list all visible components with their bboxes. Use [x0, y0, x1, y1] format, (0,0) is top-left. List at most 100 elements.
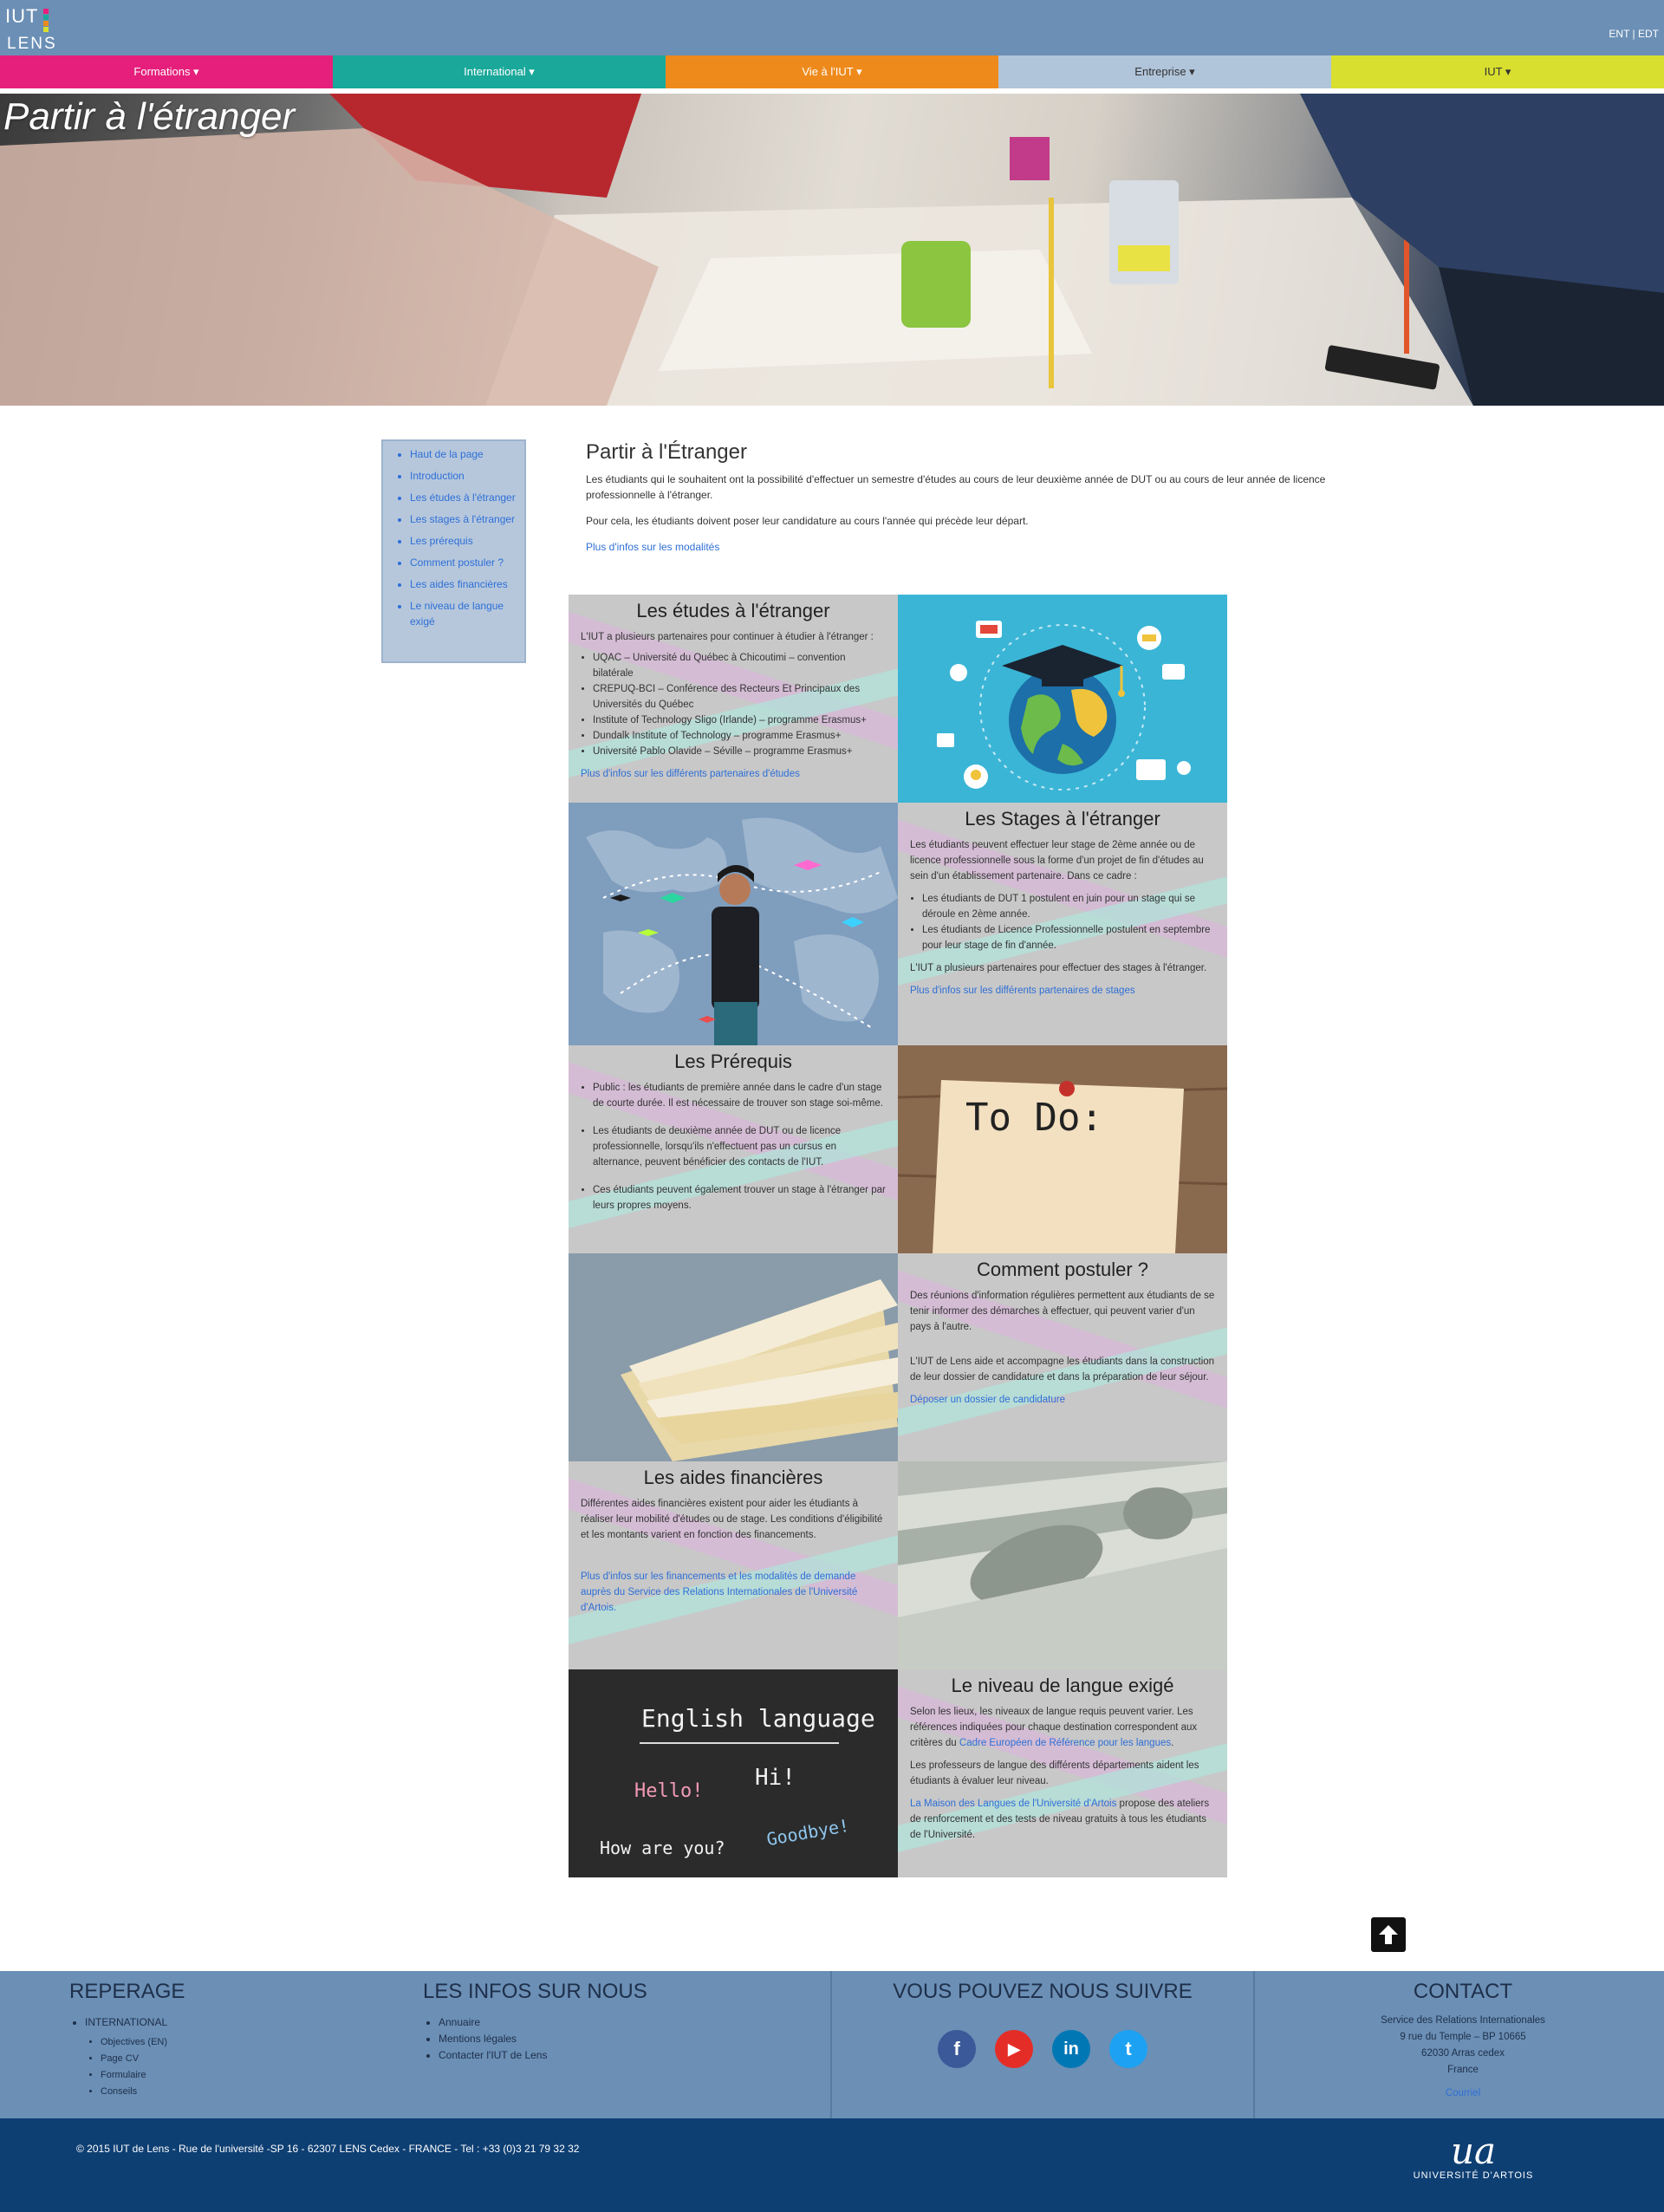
graduation-globe-image: [898, 595, 1227, 803]
travel-map-illustration: [586, 817, 898, 1045]
postuler-paragraph-2: L'IUT de Lens aide et accompagne les étu…: [910, 1356, 1215, 1382]
artois-name: UNIVERSITÉ D'ARTOIS: [1413, 2170, 1534, 2181]
contact-address: Service des Relations Internationales 9 …: [1381, 2015, 1545, 2098]
footer: REPERAGE INTERNATIONAL Objectives (EN) P…: [0, 1971, 1664, 2118]
iut-lens-logo[interactable]: IUT LENS: [5, 5, 55, 53]
footer-link-mentions[interactable]: Mentions légales: [439, 2031, 787, 2047]
toc-item-top[interactable]: Haut de la page: [410, 446, 524, 462]
cadre-europeen-link[interactable]: Cadre Européen de Référence pour les lan…: [959, 1738, 1171, 1748]
footer-link-formulaire[interactable]: Formulaire: [101, 2067, 355, 2084]
langue-paragraph-1: Selon les lieux, les niveaux de langue r…: [910, 1707, 1198, 1748]
footer-reperage-title: REPERAGE: [69, 1980, 185, 2003]
facebook-icon[interactable]: f: [938, 2030, 976, 2068]
main-nav: Formations ▾ International ▾ Vie à l'IUT…: [0, 55, 1664, 88]
stages-paragraph-1: Les étudiants peuvent effectuer leur sta…: [910, 840, 1204, 882]
intro-title: Partir à l'Étranger: [586, 440, 747, 464]
chalk-underline: [640, 1742, 839, 1744]
arrow-up-icon: [1379, 1925, 1398, 1944]
footer-link-international[interactable]: INTERNATIONAL Objectives (EN) Page CV Fo…: [85, 2014, 355, 2100]
stages-paragraph-2: L'IUT a plusieurs partenaires pour effec…: [910, 963, 1207, 973]
todo-note-image: To Do:: [898, 1045, 1227, 1253]
aides-title: Les aides financières: [643, 1467, 823, 1488]
nav-vie-iut[interactable]: Vie à l'IUT ▾: [666, 55, 998, 88]
chalk-goodbye: Goodbye!: [764, 1814, 851, 1851]
nav-formations[interactable]: Formations ▾: [0, 55, 333, 88]
linkedin-icon[interactable]: in: [1052, 2030, 1090, 2068]
header: IUT LENS ENT | EDT: [0, 0, 1664, 55]
back-to-top-button[interactable]: [1371, 1917, 1406, 1952]
nav-iut[interactable]: IUT ▾: [1331, 55, 1664, 88]
social-links: f ▶ in t: [832, 2030, 1253, 2068]
langue-paragraph-2: Les professeurs de langue des différents…: [910, 1760, 1199, 1786]
dollar-bill-illustration: [898, 1461, 1227, 1669]
stages-partners-link[interactable]: Plus d'infos sur les différents partenai…: [910, 983, 1215, 999]
logo-lens-text: LENS: [7, 35, 57, 53]
aides-paragraph-1: Différentes aides financières existent p…: [581, 1499, 883, 1540]
etudes-partners-link[interactable]: Plus d'infos sur les différents partenai…: [581, 766, 886, 782]
footer-link-contacter[interactable]: Contacter l'IUT de Lens: [439, 2047, 787, 2064]
toc-item-postuler[interactable]: Comment postuler ?: [410, 555, 524, 570]
nav-international[interactable]: International ▾: [333, 55, 666, 88]
footer-link-conseils[interactable]: Conseils: [101, 2084, 355, 2100]
etudes-title: Les études à l'étranger: [636, 600, 830, 621]
hero-banner: Partir à l'étranger: [0, 94, 1664, 406]
footer-reperage: REPERAGE INTERNATIONAL Objectives (EN) P…: [69, 1971, 355, 2118]
chalk-how: How are you?: [600, 1838, 725, 1858]
papers-image: [569, 1253, 898, 1461]
list-item: CREPUQ-BCI – Conférence des Recteurs Et …: [593, 681, 886, 712]
chalk-hello: Hello!: [634, 1780, 704, 1802]
list-item: Université Pablo Olavide – Séville – pro…: [593, 744, 886, 759]
courriel-link[interactable]: Courriel: [1446, 2088, 1480, 2098]
footer-link-annuaire[interactable]: Annuaire: [439, 2014, 787, 2031]
twitter-icon[interactable]: t: [1109, 2030, 1147, 2068]
list-item: Public : les étudiants de première année…: [593, 1080, 886, 1111]
nav-entreprise[interactable]: Entreprise ▾: [998, 55, 1331, 88]
stages-title: Les Stages à l'étranger: [965, 808, 1160, 830]
universite-artois-logo[interactable]: ua UNIVERSITÉ D'ARTOIS: [1413, 2132, 1534, 2193]
etudes-card: Les études à l'étranger L'IUT a plusieur…: [569, 595, 898, 803]
stages-card: Les Stages à l'étranger Les étudiants pe…: [898, 803, 1227, 1045]
postuler-paragraph-1: Des réunions d'information régulières pe…: [910, 1291, 1215, 1332]
footer-suivre-title: VOUS POUVEZ NOUS SUIVRE: [893, 1980, 1193, 2003]
toc-item-etudes[interactable]: Les études à l'étranger: [410, 490, 524, 505]
artois-signature-mark: ua: [1450, 2130, 1497, 2172]
travel-map-image: [569, 803, 898, 1045]
hero-title: Partir à l'étranger: [3, 95, 296, 138]
etudes-intro: L'IUT a plusieurs partenaires pour conti…: [581, 632, 874, 642]
footer-link-objectives[interactable]: Objectives (EN): [101, 2034, 355, 2051]
list-item: Les étudiants de DUT 1 postulent en juin…: [922, 891, 1215, 922]
list-item: Ces étudiants peuvent également trouver …: [593, 1182, 886, 1213]
modalites-link[interactable]: Plus d'infos sur les modalités: [586, 541, 719, 553]
bottom-bar: © 2015 IUT de Lens - Rue de l'université…: [0, 2118, 1664, 2212]
list-item: Institute of Technology Sligo (Irlande) …: [593, 712, 886, 728]
maison-langues-link[interactable]: La Maison des Langues de l'Université d'…: [910, 1799, 1116, 1809]
toc-item-aides[interactable]: Les aides financières: [410, 576, 524, 592]
ent-edt-links[interactable]: ENT | EDT: [1609, 28, 1659, 40]
chalk-title: English language: [641, 1704, 875, 1733]
financements-link[interactable]: Plus d'infos sur les financements et les…: [581, 1569, 886, 1616]
toc-item-stages[interactable]: Les stages à l'étranger: [410, 511, 524, 527]
footer-infos-title: LES INFOS SUR NOUS: [423, 1980, 647, 2003]
intro-paragraph-1: Les étudiants qui le souhaitent ont la p…: [586, 473, 1326, 501]
page-sidebar-toc: Haut de la page Introduction Les études …: [381, 439, 526, 663]
todo-note-illustration: [898, 1045, 1227, 1253]
list-item: Les étudiants de deuxième année de DUT o…: [593, 1123, 886, 1170]
candidature-link[interactable]: Déposer un dossier de candidature: [910, 1392, 1215, 1408]
hero-photo: [0, 94, 1664, 406]
langue-card: Le niveau de langue exigé Selon les lieu…: [898, 1669, 1227, 1877]
list-item: Dundalk Institute of Technology – progra…: [593, 728, 886, 744]
youtube-icon[interactable]: ▶: [995, 2030, 1033, 2068]
footer-contact: CONTACT Service des Relations Internatio…: [1255, 1971, 1664, 2118]
toc-item-introduction[interactable]: Introduction: [410, 468, 524, 484]
toc-item-langue[interactable]: Le niveau de langue exigé: [410, 598, 524, 629]
todo-text: To Do:: [965, 1096, 1103, 1140]
prerequis-card: Les Prérequis Public : les étudiants de …: [569, 1045, 898, 1253]
aides-card: Les aides financières Différentes aides …: [569, 1461, 898, 1669]
footer-infos: LES INFOS SUR NOUS Annuaire Mentions lég…: [423, 1971, 787, 2118]
footer-link-page-cv[interactable]: Page CV: [101, 2051, 355, 2067]
chalkboard-image: English language Hello! Hi! How are you?…: [569, 1669, 898, 1877]
globe-illustration: [937, 621, 1191, 790]
list-item: Les étudiants de Licence Professionnelle…: [922, 922, 1215, 953]
toc-item-prerequis[interactable]: Les prérequis: [410, 533, 524, 549]
footer-contact-title: CONTACT: [1413, 1980, 1513, 2003]
